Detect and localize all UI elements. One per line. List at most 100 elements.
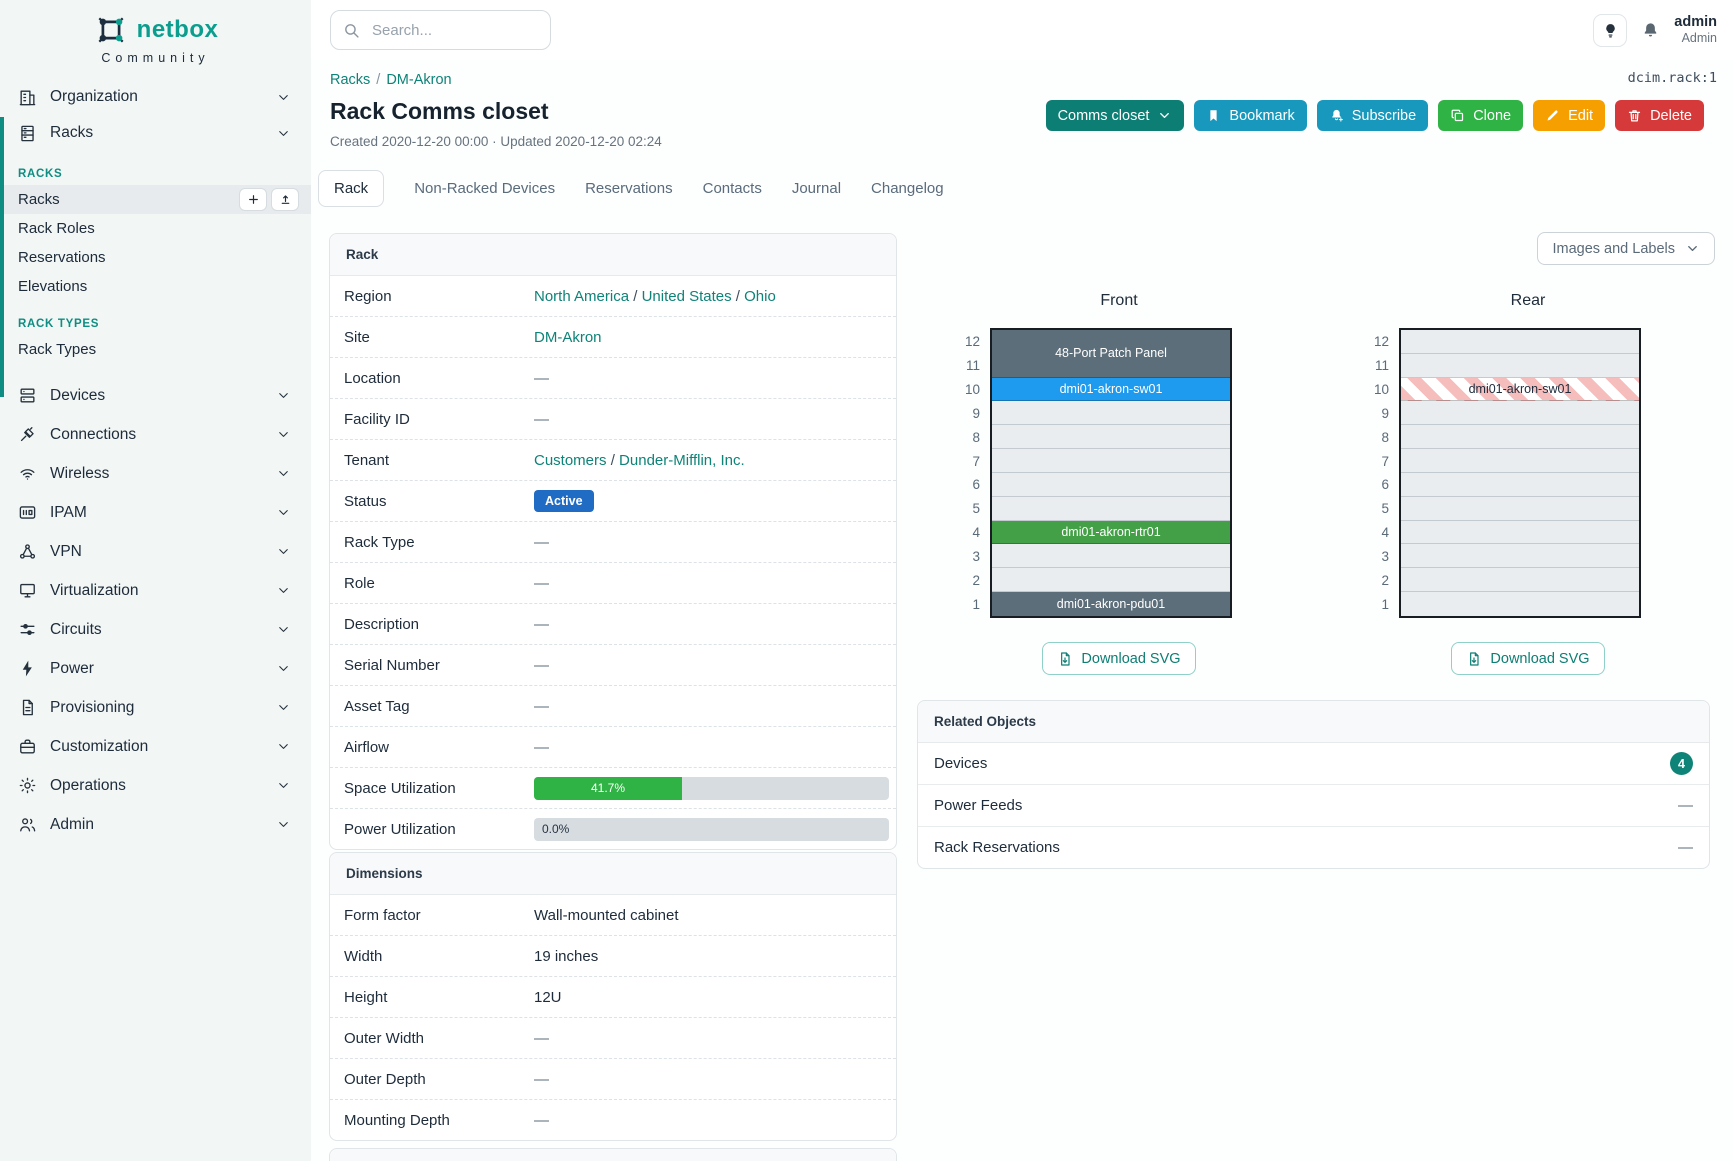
- rack-device-dmi01-akron-sw01[interactable]: dmi01-akron-sw01: [1401, 378, 1639, 402]
- tenant-link[interactable]: Customers: [534, 452, 607, 469]
- pencil-icon: [1545, 108, 1560, 123]
- bolt-icon: [18, 659, 37, 678]
- tenant-link[interactable]: Dunder-Mifflin, Inc.: [619, 452, 745, 469]
- field-row-rack-type: Rack Type—: [330, 521, 896, 562]
- rack-device-48-port-patch-panel[interactable]: 48-Port Patch Panel: [992, 330, 1230, 378]
- edit-button[interactable]: Edit: [1533, 100, 1605, 131]
- field-row-space-utilization: Space Utilization41.7%: [330, 767, 896, 808]
- elevation-title-front: Front: [998, 292, 1240, 314]
- bell-plus-icon: [1329, 108, 1344, 123]
- rack-device-dmi01-akron-rtr01[interactable]: dmi01-akron-rtr01: [992, 521, 1230, 545]
- delete-button[interactable]: Delete: [1615, 100, 1704, 131]
- region-link[interactable]: Ohio: [744, 288, 776, 305]
- sidebar-item-customization[interactable]: Customization: [0, 727, 311, 766]
- search-input[interactable]: [370, 21, 524, 40]
- vpn-icon: [18, 542, 37, 561]
- sidebar: netbox Community OrganizationRacksRACKSR…: [0, 0, 312, 1161]
- sidebar-item-wireless[interactable]: Wireless: [0, 454, 311, 493]
- elevation-rear: Rear 121110987654321 dmi01-akron-sw01 Do…: [1359, 292, 1649, 675]
- netbox-app: netbox Community OrganizationRacksRACKSR…: [0, 0, 1733, 1161]
- chevron-down-icon: [1685, 241, 1700, 256]
- file-download-icon: [1466, 651, 1482, 667]
- chevron-down-icon: [276, 583, 291, 598]
- rack-slot-empty: [1401, 401, 1639, 425]
- dimensions-panel-body: Form factorWall-mounted cabinetWidth19 i…: [330, 895, 896, 1140]
- netbox-logo[interactable]: netbox Community: [0, 0, 311, 65]
- breadcrumb-racks-link[interactable]: Racks: [330, 72, 370, 88]
- rack-device-dmi01-akron-sw01[interactable]: dmi01-akron-sw01: [992, 378, 1230, 402]
- sliders-icon: [18, 620, 37, 639]
- tab-journal[interactable]: Journal: [792, 171, 841, 206]
- rack-device-dmi01-akron-pdu01[interactable]: dmi01-akron-pdu01: [992, 592, 1230, 616]
- field-row-height: Height12U: [330, 976, 896, 1017]
- import-racks-button[interactable]: [271, 188, 299, 211]
- brand-name: netbox: [137, 16, 219, 44]
- sidebar-item-racks[interactable]: Racks: [0, 115, 311, 151]
- sidebar-item-operations[interactable]: Operations: [0, 766, 311, 805]
- field-row-outer-width: Outer Width—: [330, 1017, 896, 1058]
- sidebar-item-admin[interactable]: Admin: [0, 805, 311, 844]
- unit-number: 1: [950, 592, 990, 616]
- sidebar-item-organization[interactable]: Organization: [0, 79, 311, 115]
- user-menu[interactable]: admin Admin: [1674, 14, 1717, 46]
- add-rack-button[interactable]: [239, 188, 267, 211]
- rack-slot-empty: [1401, 521, 1639, 545]
- site-link[interactable]: DM-Akron: [534, 329, 602, 346]
- sidebar-item-connections[interactable]: Connections: [0, 415, 311, 454]
- sidebar-group-header-racks: RACKS: [18, 168, 311, 180]
- page-title: Rack Comms closet: [330, 98, 549, 125]
- sidebar-item-racks[interactable]: Racks: [0, 185, 311, 214]
- rack-slot-empty: [1401, 592, 1639, 616]
- dimensions-panel-title: Dimensions: [330, 853, 896, 895]
- sidebar-item-devices[interactable]: Devices: [0, 376, 311, 415]
- tab-rack[interactable]: Rack: [318, 170, 384, 207]
- action-buttons: Comms closet Bookmark Subscribe Clone Edit De…: [1046, 100, 1704, 131]
- download-svg-button-rear[interactable]: Download SVG: [1451, 642, 1604, 675]
- topbar-right: admin Admin: [1593, 0, 1717, 60]
- region-link[interactable]: North America: [534, 288, 629, 305]
- tab-non-racked-devices[interactable]: Non-Racked Devices: [414, 171, 555, 206]
- sidebar-item-provisioning[interactable]: Provisioning: [0, 688, 311, 727]
- related-row-rack-reservations: Rack Reservations—: [918, 826, 1709, 868]
- notifications-bell-icon[interactable]: [1641, 21, 1660, 40]
- sidebar-item-rack-types[interactable]: Rack Types: [0, 335, 311, 364]
- sidebar-item-elevations[interactable]: Elevations: [0, 272, 311, 301]
- rack-elevation-rear: dmi01-akron-sw01: [1399, 328, 1641, 618]
- unit-number: 4: [950, 521, 990, 545]
- tab-changelog[interactable]: Changelog: [871, 171, 944, 206]
- download-svg-button-front[interactable]: Download SVG: [1042, 642, 1195, 675]
- rack-slot-empty: [992, 449, 1230, 473]
- sidebar-item-virtualization[interactable]: Virtualization: [0, 571, 311, 610]
- rack-slot-empty: [1401, 473, 1639, 497]
- field-row-power-utilization: Power Utilization0.0%: [330, 808, 896, 849]
- unit-number: 11: [1359, 354, 1399, 378]
- images-labels-toggle[interactable]: Images and Labels: [1537, 232, 1715, 265]
- rack-slot-empty: [1401, 568, 1639, 592]
- elevation-title-rear: Rear: [1407, 292, 1649, 314]
- sidebar-item-rack-roles[interactable]: Rack Roles: [0, 214, 311, 243]
- sidebar-item-vpn[interactable]: VPN: [0, 532, 311, 571]
- sidebar-item-power[interactable]: Power: [0, 649, 311, 688]
- breadcrumb-site-link[interactable]: DM-Akron: [386, 72, 451, 88]
- plus-icon: [247, 193, 260, 206]
- tab-reservations[interactable]: Reservations: [585, 171, 673, 206]
- document-icon: [18, 698, 37, 717]
- subscribe-button[interactable]: Subscribe: [1317, 100, 1428, 131]
- sidebar-item-ipam[interactable]: IPAM: [0, 493, 311, 532]
- unit-number: 3: [950, 544, 990, 568]
- clone-button[interactable]: Clone: [1438, 100, 1523, 131]
- related-row-devices[interactable]: Devices4: [918, 743, 1709, 784]
- sidebar-item-reservations[interactable]: Reservations: [0, 243, 311, 272]
- user-role: Admin: [1674, 31, 1717, 46]
- region-link[interactable]: United States: [642, 288, 732, 305]
- sidebar-item-circuits[interactable]: Circuits: [0, 610, 311, 649]
- chevron-down-icon: [276, 427, 291, 442]
- rack-slot-empty: [992, 497, 1230, 521]
- field-row-outer-depth: Outer Depth—: [330, 1058, 896, 1099]
- tab-contacts[interactable]: Contacts: [703, 171, 762, 206]
- copy-icon: [1450, 108, 1465, 123]
- file-download-icon: [1057, 651, 1073, 667]
- theme-toggle-button[interactable]: [1593, 14, 1627, 47]
- bookmark-button[interactable]: Bookmark: [1194, 100, 1306, 131]
- rack-name-menu-button[interactable]: Comms closet: [1046, 100, 1185, 131]
